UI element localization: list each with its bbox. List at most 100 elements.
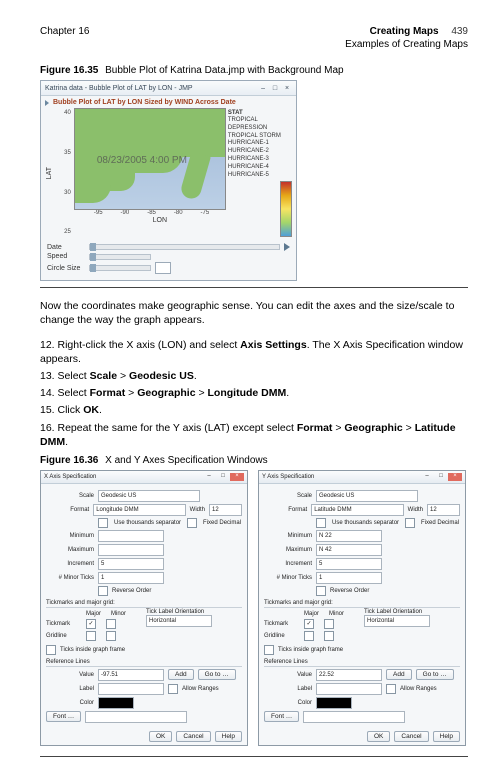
allow-ranges-checkbox[interactable]	[386, 684, 396, 694]
inside-ticks-checkbox[interactable]	[264, 645, 274, 655]
ok-button[interactable]: OK	[149, 731, 172, 742]
tickmarks-group-title: Tickmarks and major grid:	[264, 600, 460, 608]
minimize-icon[interactable]: –	[258, 85, 268, 92]
plot-title: Bubble Plot of LAT by LON Sized by WIND …	[53, 99, 236, 106]
rule	[40, 756, 468, 757]
maximize-icon[interactable]: □	[216, 473, 230, 481]
minor-tickmark-checkbox[interactable]	[106, 619, 116, 629]
legend: STAT TROPICAL DEPRESSION TROPICAL STORM …	[228, 108, 292, 237]
ref-value-input[interactable]: 22.52	[316, 669, 382, 681]
inside-ticks-checkbox[interactable]	[46, 645, 56, 655]
page-number: 439	[451, 26, 468, 37]
font-preview	[303, 711, 405, 723]
speed-slider[interactable]	[89, 254, 151, 260]
figure-35-caption: Figure 16.35 Bubble Plot of Katrina Data…	[40, 65, 468, 76]
width-input[interactable]: 12	[209, 504, 242, 516]
format-label: Format	[264, 507, 307, 513]
doc-title: Creating Maps	[370, 26, 439, 37]
legend-item: TROPICAL DEPRESSION	[228, 117, 292, 133]
minor-tickmark-checkbox[interactable]	[324, 619, 334, 629]
minor-ticks-input[interactable]: 1	[98, 572, 164, 584]
dialog-title: X Axis Specification	[44, 474, 96, 480]
scale-label: Scale	[46, 493, 94, 499]
format-select[interactable]: Longitude DMM	[93, 504, 185, 516]
legend-item: TROPICAL STORM	[228, 133, 292, 141]
major-tickmark-checkbox[interactable]: ✓	[304, 619, 314, 629]
minimum-input[interactable]: N 22	[316, 530, 382, 542]
close-icon[interactable]: ×	[448, 473, 462, 481]
window-title: Katrina data - Bubble Plot of LAT by LON…	[45, 85, 193, 92]
rule	[40, 287, 468, 288]
allow-ranges-checkbox[interactable]	[168, 684, 178, 694]
width-input[interactable]: 12	[427, 504, 460, 516]
minimize-icon[interactable]: –	[420, 473, 434, 481]
major-gridline-checkbox[interactable]	[86, 631, 96, 641]
scale-select[interactable]: Geodesic US	[98, 490, 200, 502]
fixed-decimal-checkbox[interactable]	[187, 518, 197, 528]
x-axis-label: LON	[74, 217, 226, 224]
step-13: 13. Select Scale > Geodesic US.	[40, 369, 468, 383]
major-tickmark-checkbox[interactable]: ✓	[86, 619, 96, 629]
ok-button[interactable]: OK	[367, 731, 390, 742]
paragraph: Now the coordinates make geographic sens…	[40, 299, 468, 327]
increment-input[interactable]: 5	[316, 558, 382, 570]
ref-color-button[interactable]	[316, 697, 352, 709]
dialog-titlebar[interactable]: Y Axis Specification – □ ×	[259, 471, 465, 484]
circle-size-slider[interactable]	[89, 265, 151, 271]
y-axis-label: LAT	[45, 167, 54, 179]
map-canvas[interactable]: 08/23/2005 4:00 PM	[74, 108, 226, 210]
scale-select[interactable]: Geodesic US	[316, 490, 418, 502]
maximize-icon[interactable]: □	[270, 85, 280, 92]
close-icon[interactable]: ×	[230, 473, 244, 481]
ref-label-input[interactable]	[316, 683, 382, 695]
major-gridline-checkbox[interactable]	[304, 631, 314, 641]
maximize-icon[interactable]: □	[434, 473, 448, 481]
format-select[interactable]: Latitude DMM	[311, 504, 403, 516]
window-titlebar[interactable]: Katrina data - Bubble Plot of LAT by LON…	[41, 81, 296, 96]
circle-size-label: Circle Size	[47, 265, 85, 272]
date-slider[interactable]	[89, 244, 280, 250]
x-axis-ticks: -95 -90 -85 -80 -75	[74, 210, 226, 216]
step-12: 12. Right-click the X axis (LON) and sel…	[40, 338, 468, 366]
goto-button[interactable]: Go to …	[416, 669, 454, 680]
add-button[interactable]: Add	[168, 669, 194, 680]
x-axis-specification-dialog: X Axis Specification – □ × Scale Geodesi…	[40, 470, 248, 746]
animation-controls: Date Speed Circle Size	[41, 239, 296, 280]
legend-item: HURRICANE-3	[228, 156, 292, 164]
maximum-input[interactable]	[98, 544, 164, 556]
increment-input[interactable]: 5	[98, 558, 164, 570]
font-button[interactable]: Font …	[46, 711, 81, 722]
minor-ticks-input[interactable]: 1	[316, 572, 382, 584]
help-button[interactable]: Help	[215, 731, 242, 742]
minimize-icon[interactable]: –	[202, 473, 216, 481]
reverse-order-checkbox[interactable]	[98, 586, 108, 596]
scale-label: Scale	[264, 493, 312, 499]
font-button[interactable]: Font …	[264, 711, 299, 722]
fixed-decimal-checkbox[interactable]	[405, 518, 415, 528]
reference-lines-title: Reference Lines	[264, 659, 460, 667]
cancel-button[interactable]: Cancel	[176, 731, 210, 742]
help-button[interactable]: Help	[433, 731, 460, 742]
ref-value-input[interactable]: -97.51	[98, 669, 164, 681]
cancel-button[interactable]: Cancel	[394, 731, 428, 742]
play-icon[interactable]	[284, 243, 290, 251]
reverse-order-checkbox[interactable]	[316, 586, 326, 596]
ref-color-button[interactable]	[98, 697, 134, 709]
ref-label-input[interactable]	[98, 683, 164, 695]
goto-button[interactable]: Go to …	[198, 669, 236, 680]
thousands-checkbox[interactable]	[98, 518, 108, 528]
disclose-icon[interactable]	[45, 100, 49, 106]
legend-title: STAT	[228, 110, 292, 116]
close-icon[interactable]: ×	[282, 85, 292, 92]
date-control-label: Date	[47, 244, 85, 251]
y-axis-specification-dialog: Y Axis Specification – □ × Scale Geodesi…	[258, 470, 466, 746]
minor-gridline-checkbox[interactable]	[106, 631, 116, 641]
thousands-checkbox[interactable]	[316, 518, 326, 528]
maximum-input[interactable]: N 42	[316, 544, 382, 556]
minor-gridline-checkbox[interactable]	[324, 631, 334, 641]
dialog-titlebar[interactable]: X Axis Specification – □ ×	[41, 471, 247, 484]
step-16: 16. Repeat the same for the Y axis (LAT)…	[40, 421, 468, 449]
chart-options-icon[interactable]	[155, 262, 171, 274]
minimum-input[interactable]	[98, 530, 164, 542]
add-button[interactable]: Add	[386, 669, 412, 680]
